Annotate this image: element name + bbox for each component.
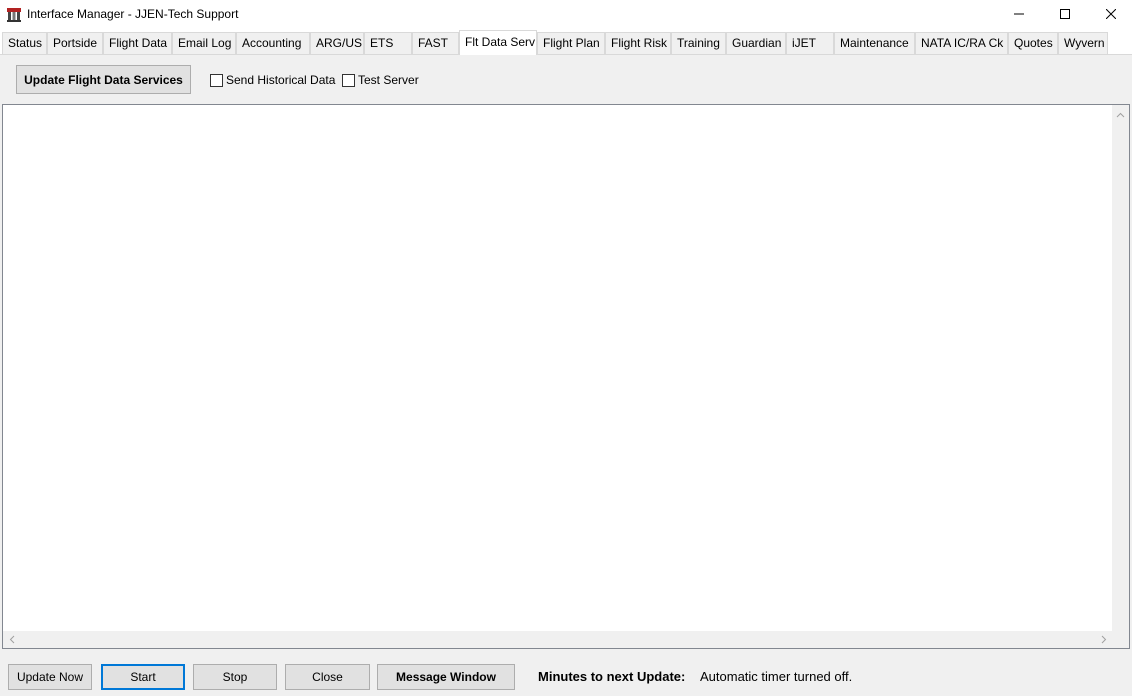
tab-label: iJET: [792, 36, 816, 50]
minutes-to-next-update-label: Minutes to next Update:: [538, 669, 686, 684]
tab-flight-plan[interactable]: Flight Plan: [537, 32, 605, 54]
checkbox-box[interactable]: [210, 73, 223, 87]
tab-strip: Status Portside Flight Data Email Log Ac…: [0, 30, 1132, 55]
horizontal-scrollbar[interactable]: [3, 631, 1112, 648]
tab-quotes[interactable]: Quotes: [1008, 32, 1058, 54]
scroll-left-arrow[interactable]: [3, 631, 20, 648]
message-window-label: Message Window: [396, 670, 496, 684]
tab-label: Flt Data Serv: [465, 35, 536, 49]
send-historical-data-label: Send Historical Data: [226, 73, 336, 87]
tab-flt-data-serv[interactable]: Flt Data Serv: [459, 30, 537, 55]
bottom-bar: Update Now Start Stop Close Message Wind…: [0, 650, 1132, 696]
tab-email-log[interactable]: Email Log: [172, 32, 236, 54]
app-icon: [6, 7, 22, 23]
minimize-icon: [1014, 8, 1024, 22]
tab-guardian[interactable]: Guardian: [726, 32, 786, 54]
tab-label: Flight Data: [109, 36, 168, 50]
tab-status[interactable]: Status: [2, 32, 47, 54]
close-icon: [1105, 8, 1117, 22]
maximize-button[interactable]: [1042, 0, 1088, 30]
tab-label: Training: [677, 36, 720, 50]
test-server-checkbox[interactable]: Test Server: [342, 73, 419, 87]
tab-label: NATA IC/RA Ck: [921, 36, 1004, 50]
close-button[interactable]: Close: [285, 664, 370, 690]
stop-label: Stop: [222, 670, 248, 684]
timer-status-text: Automatic timer turned off.: [700, 669, 853, 684]
scroll-right-arrow[interactable]: [1095, 631, 1112, 648]
tab-label: ETS: [370, 36, 394, 50]
close-label: Close: [312, 670, 343, 684]
update-now-label: Update Now: [16, 670, 84, 684]
scroll-corner: [1112, 631, 1129, 648]
tab-wyvern[interactable]: Wyvern: [1058, 32, 1108, 54]
tab-label: Guardian: [732, 36, 782, 50]
tab-maintenance[interactable]: Maintenance: [834, 32, 915, 54]
tab-arg-us[interactable]: ARG/US: [310, 32, 364, 54]
flt-data-serv-page: Update Flight Data Services Send Histori…: [0, 54, 1132, 650]
tab-fast[interactable]: FAST: [412, 32, 459, 54]
chevron-right-icon: [1101, 633, 1107, 647]
stop-button[interactable]: Stop: [193, 664, 277, 690]
log-text-area[interactable]: [2, 104, 1130, 649]
tab-label: Accounting: [242, 36, 302, 50]
start-button[interactable]: Start: [101, 664, 185, 690]
tab-flight-risk[interactable]: Flight Risk: [605, 32, 671, 54]
tab-training[interactable]: Training: [671, 32, 726, 54]
scroll-up-arrow[interactable]: [1112, 105, 1129, 122]
chevron-up-icon: [1116, 107, 1125, 121]
tab-label: Portside: [53, 36, 98, 50]
update-flight-data-services-button[interactable]: Update Flight Data Services: [16, 65, 191, 94]
message-window-button[interactable]: Message Window: [377, 664, 515, 690]
vertical-scrollbar[interactable]: [1112, 105, 1129, 633]
tab-label: Flight Risk: [611, 36, 668, 50]
tab-accounting[interactable]: Accounting: [236, 32, 310, 54]
title-bar: Interface Manager - JJEN-Tech Support: [0, 0, 1132, 30]
tab-label: Wyvern: [1064, 36, 1105, 50]
tab-nata-ic-ra-ck[interactable]: NATA IC/RA Ck: [915, 32, 1008, 54]
update-flight-data-services-label: Update Flight Data Services: [24, 72, 183, 87]
start-label: Start: [130, 670, 156, 684]
tab-ets[interactable]: ETS: [364, 32, 412, 54]
tab-portside[interactable]: Portside: [47, 32, 103, 54]
tab-label: Maintenance: [840, 36, 909, 50]
tab-label: Status: [8, 36, 43, 50]
tab-label: Quotes: [1014, 36, 1053, 50]
send-historical-data-checkbox[interactable]: Send Historical Data: [210, 73, 335, 87]
tab-label: ARG/US: [316, 36, 363, 50]
tab-ijet[interactable]: iJET: [786, 32, 834, 54]
minimize-button[interactable]: [996, 0, 1042, 30]
tab-label: Flight Plan: [543, 36, 600, 50]
update-now-button[interactable]: Update Now: [8, 664, 92, 690]
test-server-label: Test Server: [358, 73, 419, 87]
chevron-left-icon: [9, 633, 15, 647]
tab-flight-data[interactable]: Flight Data: [103, 32, 172, 54]
checkbox-box[interactable]: [342, 73, 355, 87]
maximize-icon: [1060, 8, 1070, 22]
tab-label: FAST: [418, 36, 449, 50]
tab-label: Email Log: [178, 36, 232, 50]
window-title: Interface Manager - JJEN-Tech Support: [27, 7, 239, 21]
close-window-button[interactable]: [1088, 0, 1132, 30]
